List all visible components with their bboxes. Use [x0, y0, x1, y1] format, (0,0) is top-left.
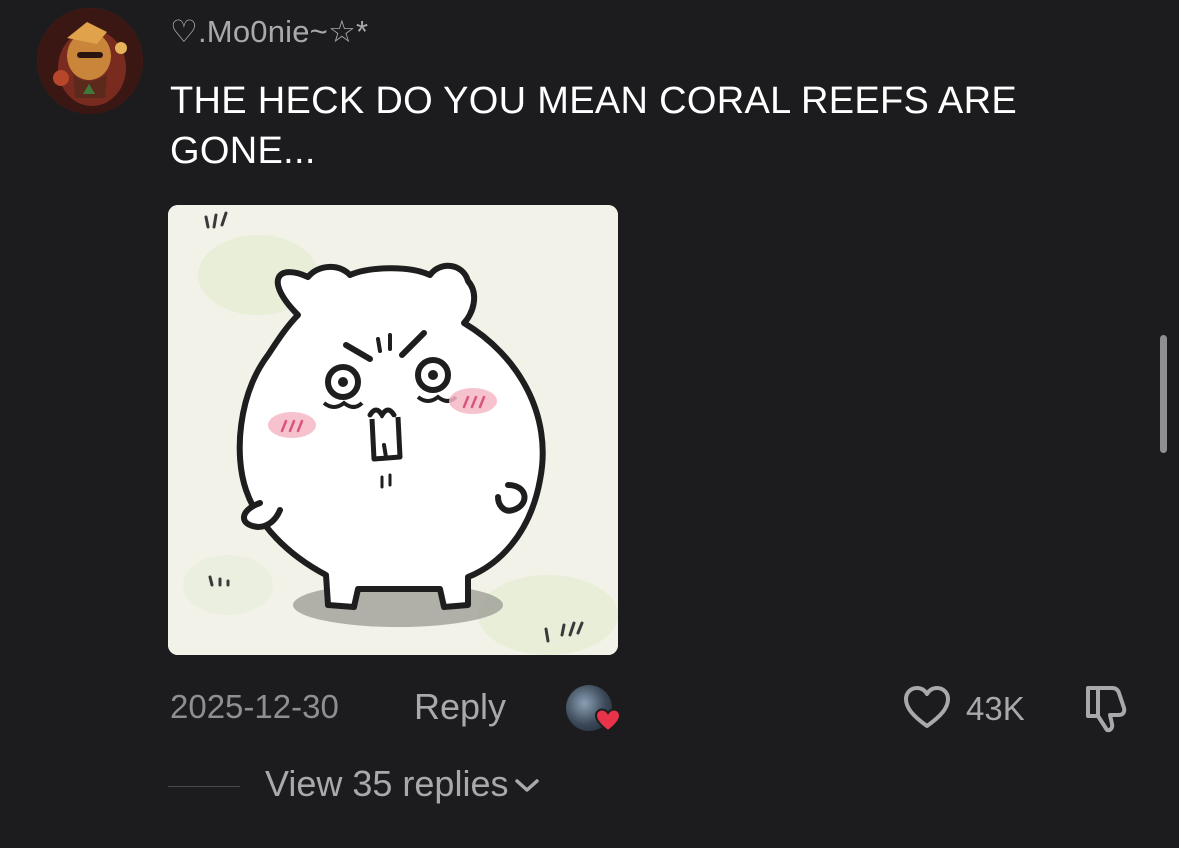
heart-filled-icon — [594, 708, 622, 733]
comment-date: 2025-12-30 — [170, 688, 339, 725]
scrollbar[interactable] — [1160, 335, 1167, 453]
angry-hamster-illustration — [168, 205, 618, 655]
heart-outline-icon[interactable] — [902, 684, 952, 730]
chevron-down-icon — [515, 779, 540, 793]
comment-screen: ♡.Mo0nie~☆* THE HECK DO YOU MEAN CORAL R… — [0, 0, 1179, 848]
view-replies-label: View 35 replies — [265, 763, 509, 804]
thumbs-down-icon[interactable] — [1082, 682, 1132, 734]
reply-button[interactable]: Reply — [414, 686, 506, 728]
avatar-illustration — [37, 8, 143, 114]
view-replies-button[interactable]: View 35 replies — [265, 763, 540, 805]
like-count: 43K — [966, 690, 1025, 727]
hamster-sticker-image[interactable] — [168, 205, 618, 655]
creator-liked-avatar[interactable] — [566, 685, 622, 733]
replies-divider — [168, 786, 240, 787]
user-avatar[interactable] — [37, 8, 143, 114]
comment-actions-row: 2025-12-30 Reply 43K — [0, 680, 1179, 740]
comment-text: THE HECK DO YOU MEAN CORAL REEFS ARE GON… — [170, 80, 1017, 172]
username[interactable]: ♡.Mo0nie~☆* — [170, 14, 368, 50]
